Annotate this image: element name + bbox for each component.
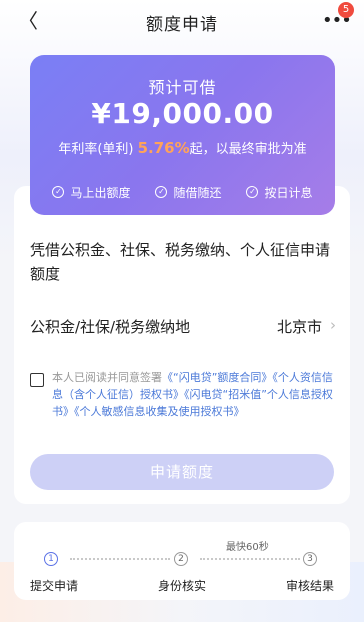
rate-prefix: 年利率(单利) — [58, 142, 134, 157]
page-title: 额度申请 — [146, 15, 218, 35]
feature-item: ✓ 马上出额度 — [52, 182, 131, 202]
credit-estimate-card: 预计可借 ¥19,000.00 年利率(单利) 5.76%起，以最终审批为准 ✓… — [30, 55, 335, 215]
feature-label: 马上出额度 — [70, 185, 131, 200]
fund-location-value: 北京市 — [276, 318, 322, 336]
application-form-card: 凭借公积金、社保、税务缴纳、个人征信申请额度 公积金/社保/税务缴纳地 北京市 … — [14, 186, 350, 504]
agreement-prefix: 本人已阅读并同意签署 — [52, 371, 162, 384]
fund-location-label: 公积金/社保/税务缴纳地 — [30, 318, 191, 336]
check-icon: ✓ — [246, 186, 259, 198]
step-3-label: 审核结果 — [286, 579, 335, 593]
check-icon: ✓ — [155, 186, 168, 198]
estimate-label: 预计可借 — [148, 78, 217, 97]
step-2-label: 身份核实 — [158, 579, 207, 593]
feature-label: 按日计息 — [264, 185, 313, 200]
rate-suffix: 起，以最终审批为准 — [189, 142, 307, 157]
step-2-icon: 2 — [174, 552, 188, 566]
interest-rate-line: 年利率(单利) 5.76%起，以最终审批为准 — [30, 138, 335, 157]
progress-steps-card: 最快60秒 1 2 3 提交申请 身份核实 审核结果 — [14, 522, 350, 600]
agreement-text: 本人已阅读并同意签署《“闪电贷”额度合同》《个人资信信息（含个人征信）授权书》《… — [52, 369, 342, 420]
rate-value: 5.76% — [137, 139, 190, 157]
fund-location-row[interactable]: 公积金/社保/税务缴纳地 北京市 › — [30, 316, 336, 338]
feature-label: 随借随还 — [173, 185, 222, 200]
notification-badge: 5 — [338, 2, 354, 18]
step-3-icon: 3 — [303, 552, 317, 566]
step-1-label: 提交申请 — [30, 579, 79, 593]
feature-item: ✓ 按日计息 — [246, 182, 313, 202]
apply-credit-button[interactable]: 申请额度 — [30, 454, 334, 490]
check-icon: ✓ — [52, 186, 65, 198]
agreement-link-sensitive-info[interactable]: 《个人敏感信息收集及使用授权书》 — [74, 405, 245, 418]
agreement-checkbox[interactable] — [30, 373, 44, 387]
fastest-note: 最快60秒 — [226, 542, 269, 553]
nav-bar: 〈 额度申请 ••• 5 — [0, 0, 364, 42]
requirement-text: 凭借公积金、社保、税务缴纳、个人征信申请额度 — [30, 241, 331, 283]
feature-item: ✓ 随借随还 — [155, 182, 222, 202]
step-connector — [70, 558, 170, 560]
estimate-amount: ¥19,000.00 — [91, 97, 274, 130]
agreement-section: 本人已阅读并同意签署《“闪电贷”额度合同》《个人资信信息（含个人征信）授权书》《… — [30, 369, 340, 429]
step-connector — [200, 558, 300, 560]
chevron-right-icon: › — [330, 316, 336, 334]
step-1-icon: 1 — [44, 552, 58, 566]
feature-list: ✓ 马上出额度 ✓ 随借随还 ✓ 按日计息 — [30, 182, 335, 202]
agreement-link-contract[interactable]: 《“闪电贷”额度合同》 — [162, 371, 272, 384]
